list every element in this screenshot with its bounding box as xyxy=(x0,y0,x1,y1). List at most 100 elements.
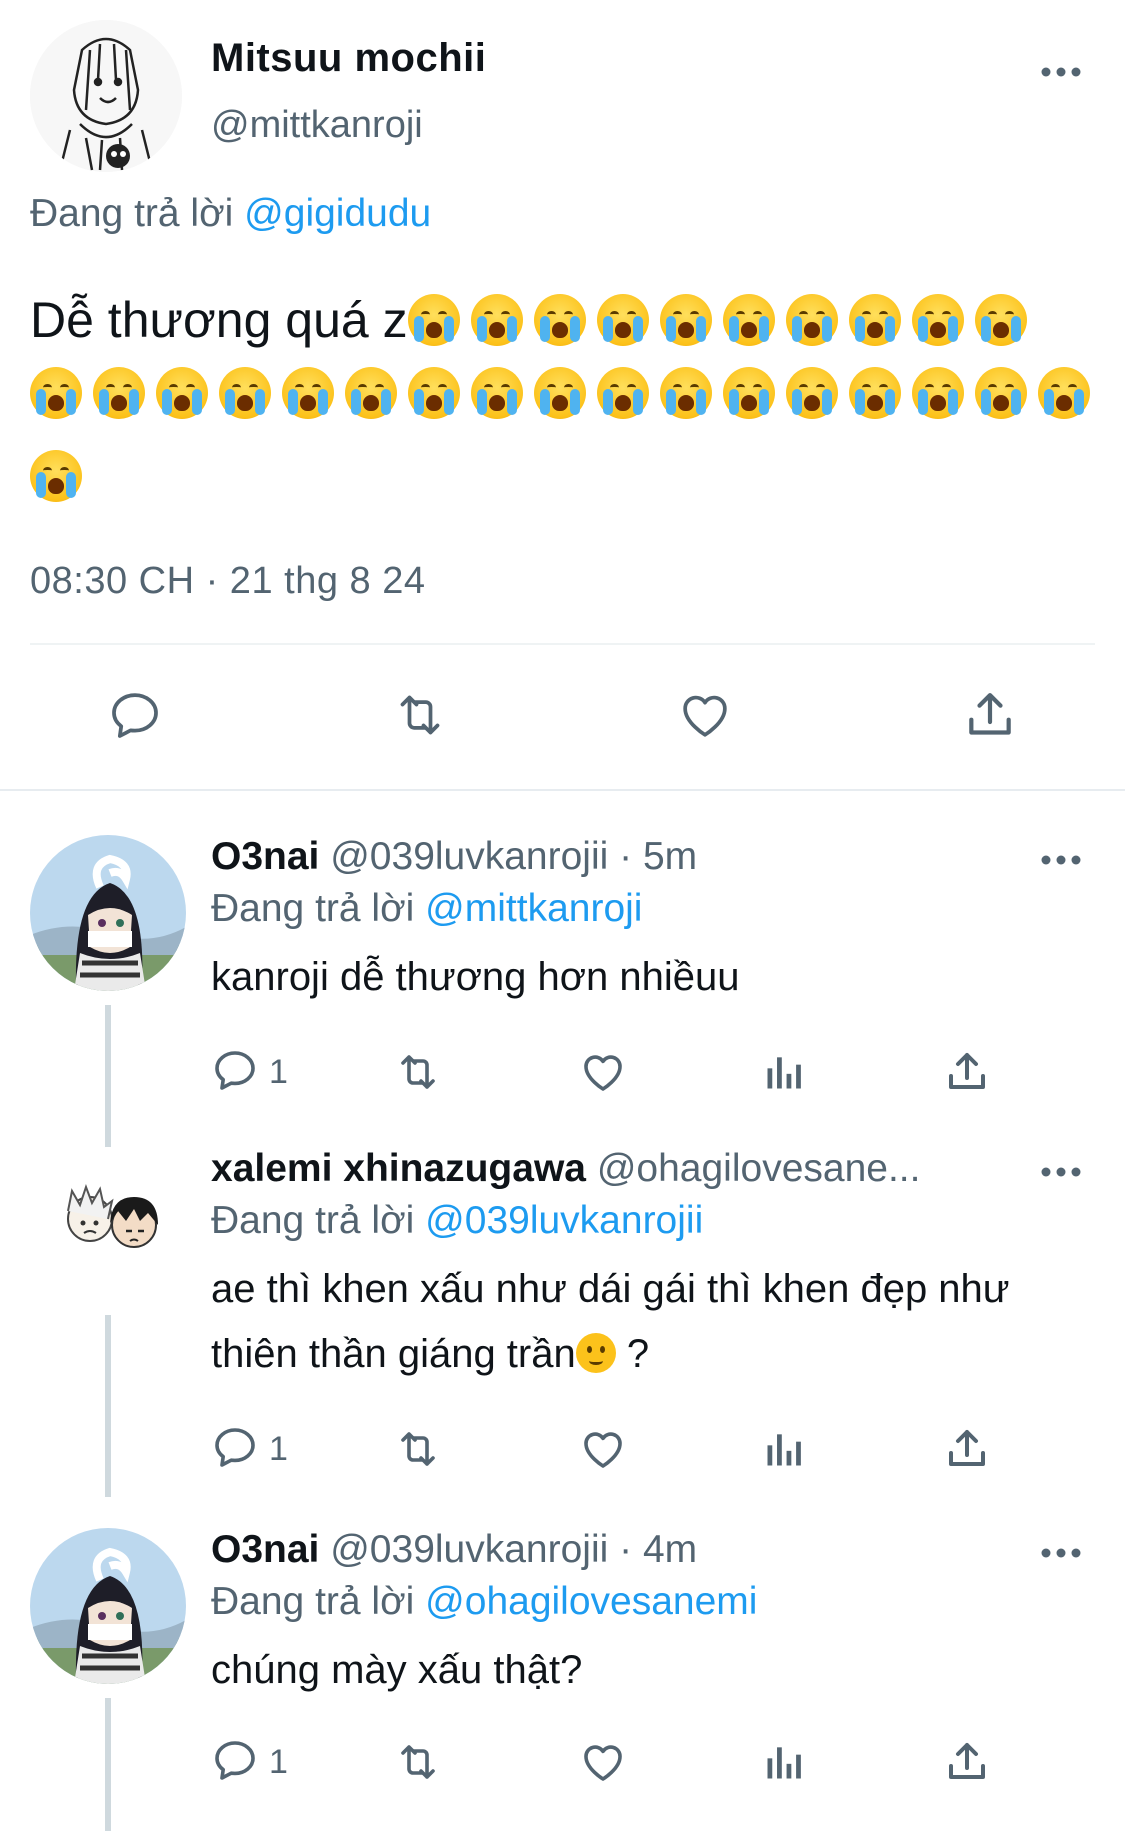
analytics-icon[interactable] xyxy=(762,1734,806,1790)
avatar[interactable] xyxy=(30,1147,186,1303)
user-handle[interactable]: @039luvkanrojii xyxy=(330,1528,608,1571)
user-handle[interactable]: @ohagilovesane... xyxy=(597,1147,921,1190)
reply-count: 1 xyxy=(269,1429,288,1468)
display-name[interactable]: O3nai xyxy=(211,835,319,878)
replying-to: Đang trả lời @ohagilovesanemi xyxy=(211,1580,757,1624)
more-options-icon[interactable] xyxy=(1036,1538,1086,1568)
tweet-text-body: Dễ thương quá z xyxy=(30,291,408,348)
loudly-crying-face-emoji xyxy=(848,293,901,346)
share-icon[interactable] xyxy=(943,1421,991,1477)
retweet-icon[interactable] xyxy=(385,680,455,750)
reply-header: O3nai @039luvkanrojii · 5m xyxy=(211,835,1011,879)
loudly-crying-face-emoji xyxy=(407,293,460,346)
tweet-actions: 1 xyxy=(0,1421,1125,1477)
reply-button[interactable]: 1 xyxy=(211,1421,288,1477)
reply-header: O3nai @039luvkanrojii · 4m xyxy=(211,1528,1011,1572)
reply-text-line: ae thì khen xấu như dái gái thì khen đẹp… xyxy=(211,1267,1010,1311)
display-name[interactable]: Mitsuu mochii xyxy=(211,36,486,81)
loudly-crying-face-emoji xyxy=(219,367,271,419)
reply-mention-link[interactable]: @gigidudu xyxy=(244,192,431,235)
slightly-smiling-face-emoji xyxy=(575,1333,616,1373)
reply-button[interactable]: 1 xyxy=(211,1044,288,1100)
main-tweet: Mitsuu mochii @mittkanroji Đang trả lời … xyxy=(0,0,1125,790)
reply-text: ae thì khen xấu như dái gái thì khen đẹp… xyxy=(211,1257,1091,1387)
reply-text-part: ? xyxy=(615,1332,650,1376)
loudly-crying-face-emoji xyxy=(659,293,712,346)
loudly-crying-face-emoji xyxy=(534,367,586,419)
reply-mention-link[interactable]: @ohagilovesanemi xyxy=(425,1580,757,1623)
loudly-crying-face-emoji xyxy=(93,367,145,419)
like-icon[interactable] xyxy=(670,680,740,750)
reply-text-part: thiên thần giáng trần xyxy=(211,1332,576,1376)
reply-text: chúng mày xấu thật? xyxy=(211,1648,583,1692)
loudly-crying-face-emoji xyxy=(156,367,208,419)
display-name[interactable]: O3nai xyxy=(211,1528,319,1571)
avatar[interactable] xyxy=(30,1528,186,1684)
section-divider xyxy=(0,789,1125,791)
reply-button[interactable]: 1 xyxy=(211,1734,288,1790)
reply-text-line: thiên thần giáng trần ? xyxy=(211,1322,1091,1387)
retweet-icon[interactable] xyxy=(392,1044,444,1100)
reply-icon xyxy=(211,1423,259,1476)
share-icon[interactable] xyxy=(955,680,1025,750)
loudly-crying-face-emoji xyxy=(660,367,712,419)
reply-tweet: O3nai @039luvkanrojii · 4m Đang trả lời … xyxy=(0,1528,1125,1831)
reply-mention-link[interactable]: @039luvkanrojii xyxy=(425,1199,703,1242)
user-handle[interactable]: @039luvkanrojii xyxy=(330,835,608,878)
timestamp[interactable]: 08:30 CH · 21 thg 8 24 xyxy=(30,560,425,603)
avatar[interactable] xyxy=(30,20,182,172)
loudly-crying-face-emoji xyxy=(345,367,397,419)
loudly-crying-face-emoji xyxy=(974,293,1027,346)
retweet-icon[interactable] xyxy=(392,1734,444,1790)
reply-count: 1 xyxy=(269,1052,288,1091)
loudly-crying-face-emoji xyxy=(722,293,775,346)
reply-icon xyxy=(211,1046,259,1099)
analytics-icon[interactable] xyxy=(762,1421,806,1477)
avatar[interactable] xyxy=(30,835,186,991)
emoji-group xyxy=(30,367,1120,419)
loudly-crying-face-emoji xyxy=(471,367,523,419)
display-name[interactable]: xalemi xhinazugawa xyxy=(211,1147,586,1190)
replying-to: Đang trả lời @mittkanroji xyxy=(211,887,642,931)
loudly-crying-face-emoji xyxy=(30,450,82,502)
loudly-crying-face-emoji xyxy=(408,367,460,419)
like-icon[interactable] xyxy=(578,1734,628,1790)
relative-time[interactable]: · 4m xyxy=(619,1528,697,1571)
loudly-crying-face-emoji xyxy=(596,293,649,346)
loudly-crying-face-emoji xyxy=(786,367,838,419)
loudly-crying-face-emoji xyxy=(975,367,1027,419)
loudly-crying-face-emoji xyxy=(1038,367,1090,419)
reply-prefix: Đang trả lời xyxy=(211,1199,415,1242)
loudly-crying-face-emoji xyxy=(470,293,523,346)
reply-prefix: Đang trả lời xyxy=(211,887,415,930)
loudly-crying-face-emoji xyxy=(723,367,775,419)
tweet-actions: 1 xyxy=(0,1734,1125,1790)
loudly-crying-face-emoji xyxy=(785,293,838,346)
retweet-icon[interactable] xyxy=(392,1421,444,1477)
tweet-actions xyxy=(0,680,1125,750)
reply-tweet: O3nai @039luvkanrojii · 5m Đang trả lời … xyxy=(0,835,1125,1165)
reply-count: 1 xyxy=(269,1742,288,1781)
user-handle[interactable]: @mittkanroji xyxy=(211,104,423,147)
loudly-crying-face-emoji xyxy=(282,367,334,419)
emoji-group xyxy=(407,288,1038,346)
reply-tweet: xalemi xhinazugawa @ohagilovesane... Đan… xyxy=(0,1147,1125,1507)
reply-prefix: Đang trả lời xyxy=(211,1580,415,1623)
reply-prefix: Đang trả lời xyxy=(30,192,234,235)
loudly-crying-face-emoji xyxy=(912,367,964,419)
analytics-icon[interactable] xyxy=(762,1044,806,1100)
like-icon[interactable] xyxy=(578,1421,628,1477)
more-options-icon[interactable] xyxy=(1036,54,1086,90)
reply-icon[interactable] xyxy=(100,680,170,750)
share-icon[interactable] xyxy=(943,1044,991,1100)
loudly-crying-face-emoji xyxy=(533,293,586,346)
loudly-crying-face-emoji xyxy=(849,367,901,419)
relative-time[interactable]: · 5m xyxy=(619,835,697,878)
more-options-icon[interactable] xyxy=(1036,845,1086,875)
divider xyxy=(30,643,1095,645)
more-options-icon[interactable] xyxy=(1036,1157,1086,1187)
like-icon[interactable] xyxy=(578,1044,628,1100)
share-icon[interactable] xyxy=(943,1734,991,1790)
reply-mention-link[interactable]: @mittkanroji xyxy=(425,887,642,930)
reply-text: kanroji dễ thương hơn nhiềuu xyxy=(211,955,740,999)
